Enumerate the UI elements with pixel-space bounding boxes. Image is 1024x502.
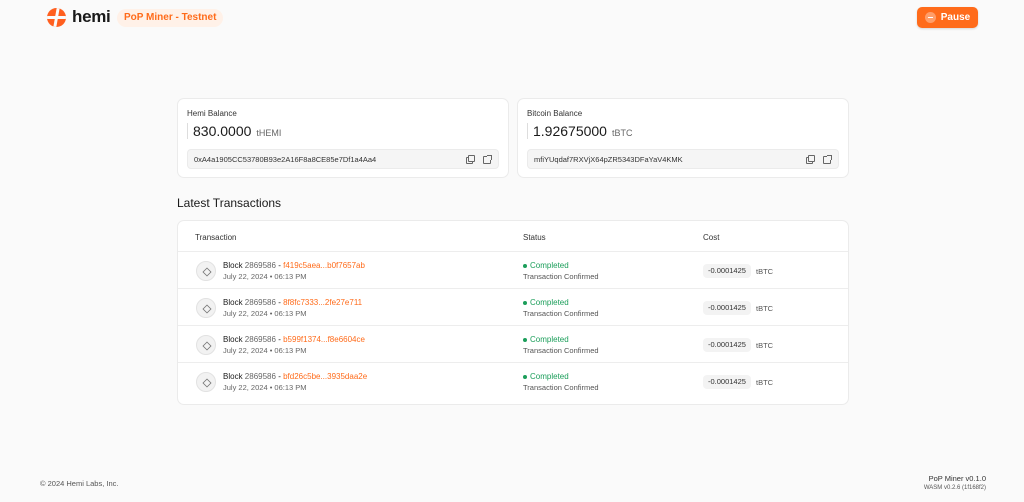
hemi-balance-unit: tHEMI (256, 128, 282, 138)
tx-hash-link[interactable]: bfd26c5be...3935daa2e (283, 372, 367, 381)
pause-button[interactable]: Pause (917, 7, 978, 28)
block-icon (196, 335, 216, 355)
cost-unit: tBTC (756, 267, 774, 276)
bitcoin-address: mfiYUqdaf7RXVjX64pZR5343DFaYaV4KMK (534, 154, 683, 164)
tx-date: July 22, 2024 • 06:13 PM (223, 272, 307, 281)
status-dot-icon (523, 374, 527, 379)
cost-unit: tBTC (756, 378, 774, 387)
block-label: Block (223, 261, 243, 270)
pause-icon (924, 12, 936, 23)
table-row: Block 2869586 - b599f1374...f8e6604ce Ju… (178, 326, 848, 363)
block-number: 2869586 (244, 298, 276, 307)
wasm-version: WASM v0.2.6 (1f168f2) (923, 485, 986, 491)
hemi-balance-amount: 830.0000 tHEMI (187, 123, 281, 139)
external-link-icon[interactable] (823, 154, 832, 164)
block-separator: - (278, 335, 281, 344)
status-text: Completed (530, 298, 569, 307)
bitcoin-balance-card: Bitcoin Balance 1.92675000 tBTC mfiYUqda… (517, 98, 849, 178)
column-header-transaction: Transaction (195, 233, 237, 242)
cost-value: -0.0001425 (703, 338, 751, 352)
status-dot-icon (523, 300, 527, 305)
block-icon (196, 372, 216, 392)
app-page: hemi PoP Miner - Testnet Pause Hemi Bala… (0, 0, 1024, 502)
tx-hash-link[interactable]: b599f1374...f8e6604ce (283, 335, 365, 344)
status-detail: Transaction Confirmed (523, 383, 599, 392)
tx-block-line: Block 2869586 - f419c5aea...b0f7657ab (223, 261, 365, 270)
latest-transactions-heading: Latest Transactions (177, 196, 282, 210)
hemi-balance-value: 830.0000 (193, 123, 252, 139)
app-version: PoP Miner v0.1.0 (928, 474, 986, 483)
cost-value: -0.0001425 (703, 264, 751, 278)
transactions-table: Transaction Status Cost Block 2869586 - … (177, 220, 849, 405)
table-row: Block 2869586 - bfd26c5be...3935daa2e Ju… (178, 363, 848, 400)
logo-text: hemi (72, 7, 111, 26)
status-text: Completed (530, 372, 569, 381)
status-text: Completed (530, 261, 569, 270)
column-header-status: Status (523, 233, 546, 242)
tx-date: July 22, 2024 • 06:13 PM (223, 309, 307, 318)
bitcoin-balance-unit: tBTC (611, 128, 633, 138)
table-row: Block 2869586 - 8f8fc7333...2fe27e711 Ju… (178, 289, 848, 326)
copy-icon[interactable] (806, 154, 815, 164)
bitcoin-balance-value: 1.92675000 (533, 123, 607, 139)
block-number: 2869586 (244, 372, 276, 381)
tx-hash-link[interactable]: f419c5aea...b0f7657ab (283, 261, 365, 270)
cost-value: -0.0001425 (703, 375, 751, 389)
status-badge: Completed (523, 298, 569, 307)
status-badge: Completed (523, 335, 569, 344)
status-detail: Transaction Confirmed (523, 309, 599, 318)
status-detail: Transaction Confirmed (523, 272, 599, 281)
status-dot-icon (523, 263, 527, 268)
block-separator: - (278, 298, 281, 307)
block-separator: - (278, 372, 281, 381)
status-text: Completed (530, 335, 569, 344)
cost-value: -0.0001425 (703, 301, 751, 315)
block-icon (196, 261, 216, 281)
pause-button-label: Pause (940, 12, 971, 23)
external-link-icon[interactable] (483, 154, 492, 164)
network-badge: PoP Miner - Testnet (117, 9, 224, 27)
copyright: © 2024 Hemi Labs, Inc. (40, 479, 119, 488)
tx-date: July 22, 2024 • 06:13 PM (223, 346, 307, 355)
table-header: Transaction Status Cost (178, 221, 848, 252)
status-dot-icon (523, 337, 527, 342)
table-row: Block 2869586 - f419c5aea...b0f7657ab Ju… (178, 252, 848, 289)
block-icon (196, 298, 216, 318)
hemi-balance-title: Hemi Balance (187, 109, 237, 118)
bitcoin-address-box: mfiYUqdaf7RXVjX64pZR5343DFaYaV4KMK (527, 149, 839, 169)
tx-block-line: Block 2869586 - 8f8fc7333...2fe27e711 (223, 298, 362, 307)
block-number: 2869586 (244, 335, 276, 344)
tx-date: July 22, 2024 • 06:13 PM (223, 383, 307, 392)
top-bar: hemi PoP Miner - Testnet Pause (0, 0, 1024, 36)
block-label: Block (223, 372, 243, 381)
cost-unit: tBTC (756, 341, 774, 350)
hemi-logo-icon (47, 7, 66, 27)
copy-icon[interactable] (466, 154, 475, 164)
tx-block-line: Block 2869586 - bfd26c5be...3935daa2e (223, 372, 367, 381)
cost-unit: tBTC (756, 304, 774, 313)
status-detail: Transaction Confirmed (523, 346, 599, 355)
tx-block-line: Block 2869586 - b599f1374...f8e6604ce (223, 335, 365, 344)
hemi-logo[interactable]: hemi (47, 7, 111, 27)
block-label: Block (223, 335, 243, 344)
tx-hash-link[interactable]: 8f8fc7333...2fe27e711 (283, 298, 362, 307)
status-badge: Completed (523, 372, 569, 381)
column-header-cost: Cost (703, 233, 720, 242)
hemi-balance-card: Hemi Balance 830.0000 tHEMI 0xA4a1905CC5… (177, 98, 509, 178)
hemi-address-box: 0xA4a1905CC53780B93e2A16F8a8CE85e7Df1a4A… (187, 149, 499, 169)
bitcoin-balance-amount: 1.92675000 tBTC (527, 123, 632, 139)
block-number: 2869586 (244, 261, 276, 270)
status-badge: Completed (523, 261, 569, 270)
block-separator: - (278, 261, 281, 270)
hemi-address: 0xA4a1905CC53780B93e2A16F8a8CE85e7Df1a4A… (194, 154, 377, 164)
block-label: Block (223, 298, 243, 307)
bitcoin-balance-title: Bitcoin Balance (527, 109, 583, 118)
